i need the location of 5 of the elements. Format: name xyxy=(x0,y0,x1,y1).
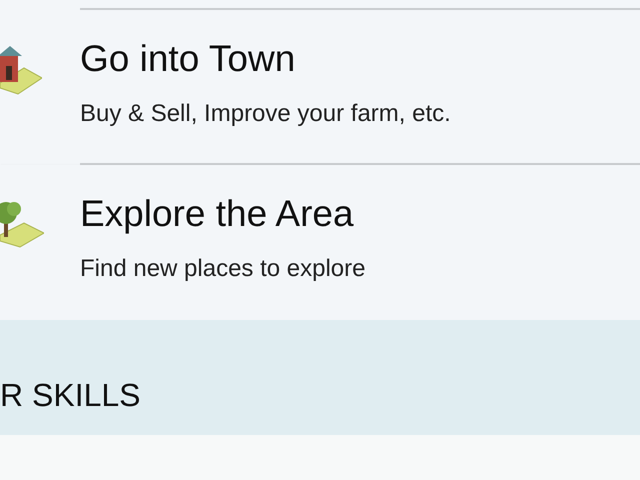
action-title[interactable]: Go into Town xyxy=(80,38,296,80)
action-title[interactable]: Explore the Area xyxy=(80,193,354,235)
action-description: Find new places to explore xyxy=(80,255,366,283)
action-description: Buy & Sell, Improve your farm, etc. xyxy=(80,100,451,128)
section-title: R SKILLS xyxy=(0,377,141,413)
